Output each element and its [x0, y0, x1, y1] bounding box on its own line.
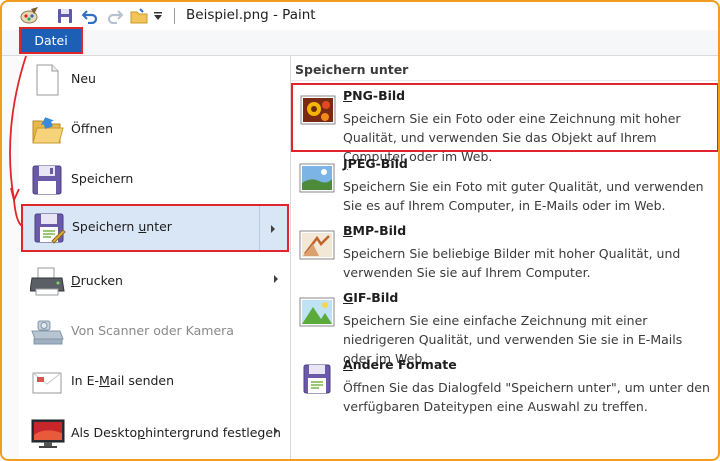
format-option-gif[interactable]: GIF-Bild Speichern Sie eine einfache Zei… [291, 287, 718, 366]
chevron-right-icon [274, 275, 278, 283]
save-as-pane: Speichern unter PNG-Bild Speichern Sie e… [291, 56, 719, 459]
menu-item-save[interactable]: Speichern [20, 156, 288, 202]
gif-image-icon [299, 297, 335, 327]
format-description: Speichern Sie beliebige Bilder mit hoher… [343, 246, 681, 280]
format-option-bmp[interactable]: BMP-Bild Speichern Sie beliebige Bilder … [291, 220, 718, 286]
menu-item-label: Neu [71, 71, 96, 86]
redo-icon[interactable] [106, 7, 124, 25]
email-icon [30, 365, 64, 399]
format-title: BMP-Bild [343, 223, 407, 238]
menu-item-label: Drucken [71, 273, 123, 288]
format-description: Speichern Sie ein Foto mit guter Qualitä… [343, 179, 704, 213]
open-folder-icon [30, 113, 64, 147]
ribbon-bar [2, 30, 718, 56]
menu-item-label: Öffnen [71, 121, 113, 136]
menu-item-email[interactable]: In E-Mail senden [20, 358, 288, 404]
menu-gutter [2, 56, 19, 459]
menu-item-label: Von Scanner oder Kamera [71, 323, 234, 338]
format-title: PNG-Bild [343, 88, 406, 103]
save-icon[interactable] [56, 7, 74, 25]
menu-item-label: Speichern unter [72, 219, 172, 234]
chevron-right-icon [274, 427, 278, 435]
title-bar: Beispiel.png - Paint [2, 2, 718, 31]
save-as-icon [32, 211, 66, 245]
file-tab[interactable]: Datei [19, 27, 83, 54]
menu-item-label: Als Desktophintergrund festlegen [71, 425, 281, 440]
format-option-png[interactable]: PNG-Bild Speichern Sie ein Foto oder ein… [291, 83, 719, 164]
bmp-image-icon [299, 230, 335, 260]
chevron-right-icon [271, 225, 275, 233]
menu-item-scanner[interactable]: Von Scanner oder Kamera [20, 308, 288, 354]
menu-item-open[interactable]: Öffnen [20, 106, 288, 152]
format-title: JPEG-Bild [343, 156, 408, 171]
printer-icon [29, 265, 65, 299]
new-document-icon [30, 63, 64, 97]
pane-header: Speichern unter [295, 62, 409, 77]
jpeg-image-icon [299, 163, 335, 193]
format-option-other[interactable]: Andere Formate Öffnen Sie das Dialogfeld… [291, 354, 718, 420]
png-image-icon [300, 95, 336, 125]
scanner-icon [30, 315, 64, 349]
other-formats-icon [299, 364, 335, 394]
menu-item-print[interactable]: Drucken [20, 258, 288, 304]
format-description: Öffnen Sie das Dialogfeld "Speichern unt… [343, 380, 710, 414]
menu-item-desktop-background[interactable]: Als Desktophintergrund festlegen [20, 410, 288, 456]
toolbar-separator [174, 8, 175, 24]
customize-dropdown-icon[interactable] [152, 7, 164, 25]
format-title: Andere Formate [343, 357, 457, 372]
menu-item-new[interactable]: Neu [20, 56, 288, 102]
pane-header-divider [291, 80, 718, 81]
paint-app-icon[interactable] [20, 7, 40, 25]
menu-item-label: Speichern [71, 171, 134, 186]
menu-item-label: In E-Mail senden [71, 373, 175, 388]
format-title: GIF-Bild [343, 290, 399, 305]
undo-icon[interactable] [81, 7, 99, 25]
format-option-jpeg[interactable]: JPEG-Bild Speichern Sie ein Foto mit gut… [291, 153, 718, 219]
menu-item-save-as[interactable]: Speichern unter [21, 204, 289, 252]
save-disk-icon [30, 163, 64, 197]
folder-icon[interactable] [130, 7, 148, 25]
desktop-background-icon [30, 417, 65, 451]
window-title: Beispiel.png - Paint [186, 7, 316, 23]
